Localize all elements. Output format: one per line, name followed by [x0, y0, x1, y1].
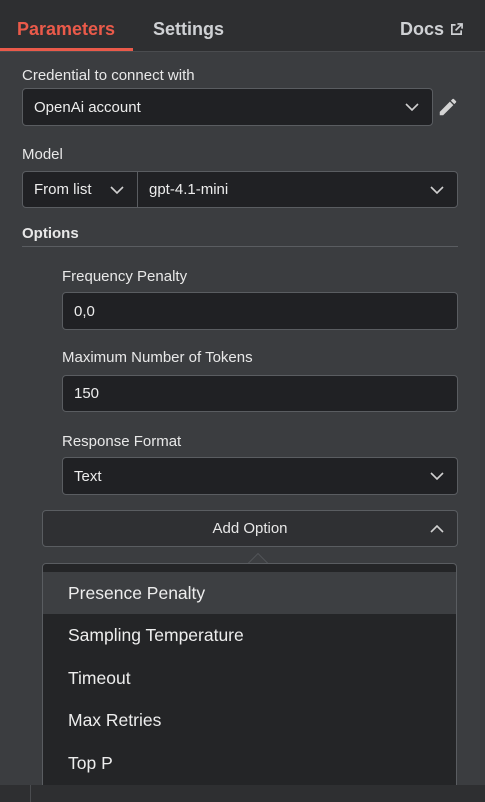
- tab-parameters[interactable]: Parameters: [17, 19, 115, 40]
- menu-pointer: [248, 553, 268, 563]
- max-tokens-value: 150: [74, 385, 100, 402]
- menu-item-timeout[interactable]: Timeout: [43, 657, 456, 699]
- model-label: Model: [22, 146, 63, 163]
- options-divider: [22, 246, 458, 247]
- panel-footer: [0, 785, 485, 802]
- frequency-penalty-value: 0,0: [74, 302, 95, 320]
- frequency-penalty-input[interactable]: 0,0: [62, 292, 458, 330]
- menu-item-sampling-temperature[interactable]: Sampling Temperature: [43, 614, 456, 656]
- active-tab-underline: [0, 48, 133, 51]
- docs-link[interactable]: Docs: [400, 19, 463, 40]
- tab-settings[interactable]: Settings: [153, 19, 224, 40]
- chevron-down-icon: [430, 472, 444, 480]
- credential-select[interactable]: OpenAi account: [22, 88, 433, 126]
- menu-item-max-retries[interactable]: Max Retries: [43, 699, 456, 741]
- add-option-label: Add Option: [212, 520, 288, 537]
- credential-label: Credential to connect with: [22, 67, 195, 84]
- chevron-down-icon: [405, 103, 419, 111]
- response-format-label: Response Format: [62, 433, 182, 450]
- model-mode-value: From list: [34, 181, 92, 198]
- footer-divider: [30, 785, 31, 802]
- response-format-value: Text: [74, 467, 102, 485]
- menu-item-presence-penalty[interactable]: Presence Penalty: [43, 572, 456, 614]
- add-option-menu: Presence Penalty Sampling Temperature Ti…: [42, 563, 457, 792]
- chevron-down-icon: [430, 185, 444, 194]
- frequency-penalty-label: Frequency Penalty: [62, 268, 188, 285]
- model-value: gpt-4.1-mini: [149, 181, 229, 198]
- chevron-up-icon: [430, 524, 444, 533]
- edit-pencil-icon[interactable]: [437, 96, 459, 118]
- docs-label: Docs: [399, 19, 444, 39]
- panel-tabs: Parameters Settings Docs: [0, 0, 485, 52]
- options-heading: Options: [22, 225, 79, 242]
- chevron-down-icon: [110, 185, 124, 194]
- menu-item-top-p[interactable]: Top P: [43, 742, 456, 784]
- response-format-select[interactable]: Text: [62, 457, 458, 495]
- external-link-icon: [451, 23, 463, 35]
- max-tokens-input[interactable]: 150: [62, 375, 458, 412]
- max-tokens-label: Maximum Number of Tokens: [62, 349, 253, 366]
- model-select[interactable]: gpt-4.1-mini: [137, 171, 458, 208]
- model-mode-select[interactable]: From list: [22, 171, 138, 208]
- credential-value: OpenAi account: [34, 98, 141, 116]
- add-option-button[interactable]: Add Option: [42, 510, 458, 547]
